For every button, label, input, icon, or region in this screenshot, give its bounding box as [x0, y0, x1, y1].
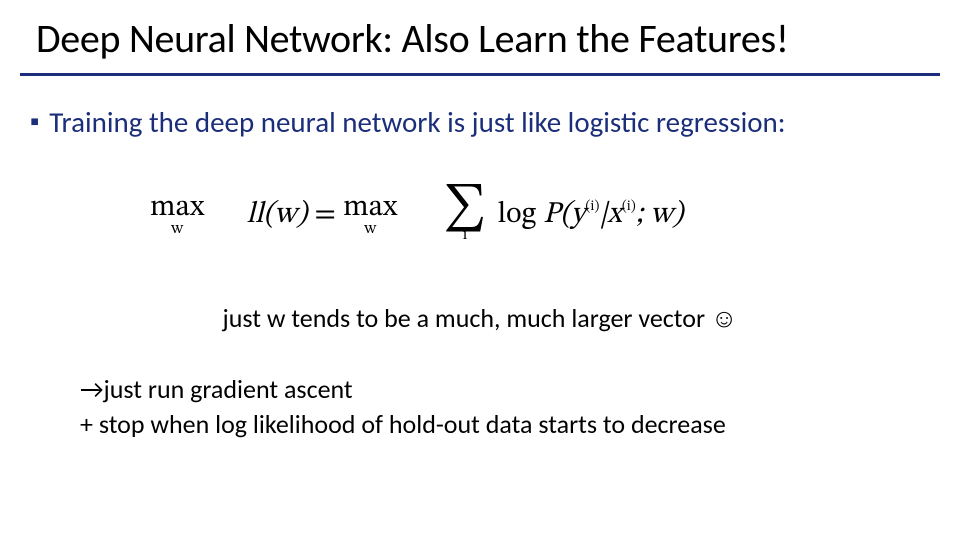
tail-line-2: + stop when log likelihood of hold-out d… [80, 408, 726, 440]
eq-bar: |x [599, 200, 621, 230]
eq-sum-sub: i [463, 228, 468, 242]
eq-sup-i1: (i) [585, 200, 599, 214]
equation: max w ll(w) = max w ∑ i log P(y(i)|x(i);… [0, 188, 960, 242]
eq-max2: max [343, 193, 397, 223]
sigma-icon: ∑ [444, 188, 487, 229]
eq-p-open: P(y [543, 200, 585, 230]
eq-close: ; w) [636, 200, 684, 230]
arrow-icon: → [80, 373, 104, 405]
eq-max1: max [150, 193, 204, 223]
eq-sup-i2: (i) [622, 200, 636, 214]
eq-log: log [498, 200, 543, 230]
bullet-item: ▪ Training the deep neural network is ju… [0, 76, 960, 140]
slide-title: Deep Neural Network: Also Learn the Feat… [0, 0, 960, 69]
note-text: just w tends to be a much, much larger v… [0, 302, 960, 334]
eq-ll: ll(w) [246, 200, 307, 230]
bullet-square-icon: ▪ [30, 106, 39, 137]
tail-line-1: just run gradient ascent [104, 373, 353, 405]
tail-block: →just run gradient ascent + stop when lo… [0, 372, 960, 442]
bullet-text: Training the deep neural network is just… [49, 104, 785, 140]
eq-max2-sub: w [364, 221, 376, 237]
eq-max1-sub: w [171, 221, 183, 237]
eq-equals: = [314, 200, 343, 230]
